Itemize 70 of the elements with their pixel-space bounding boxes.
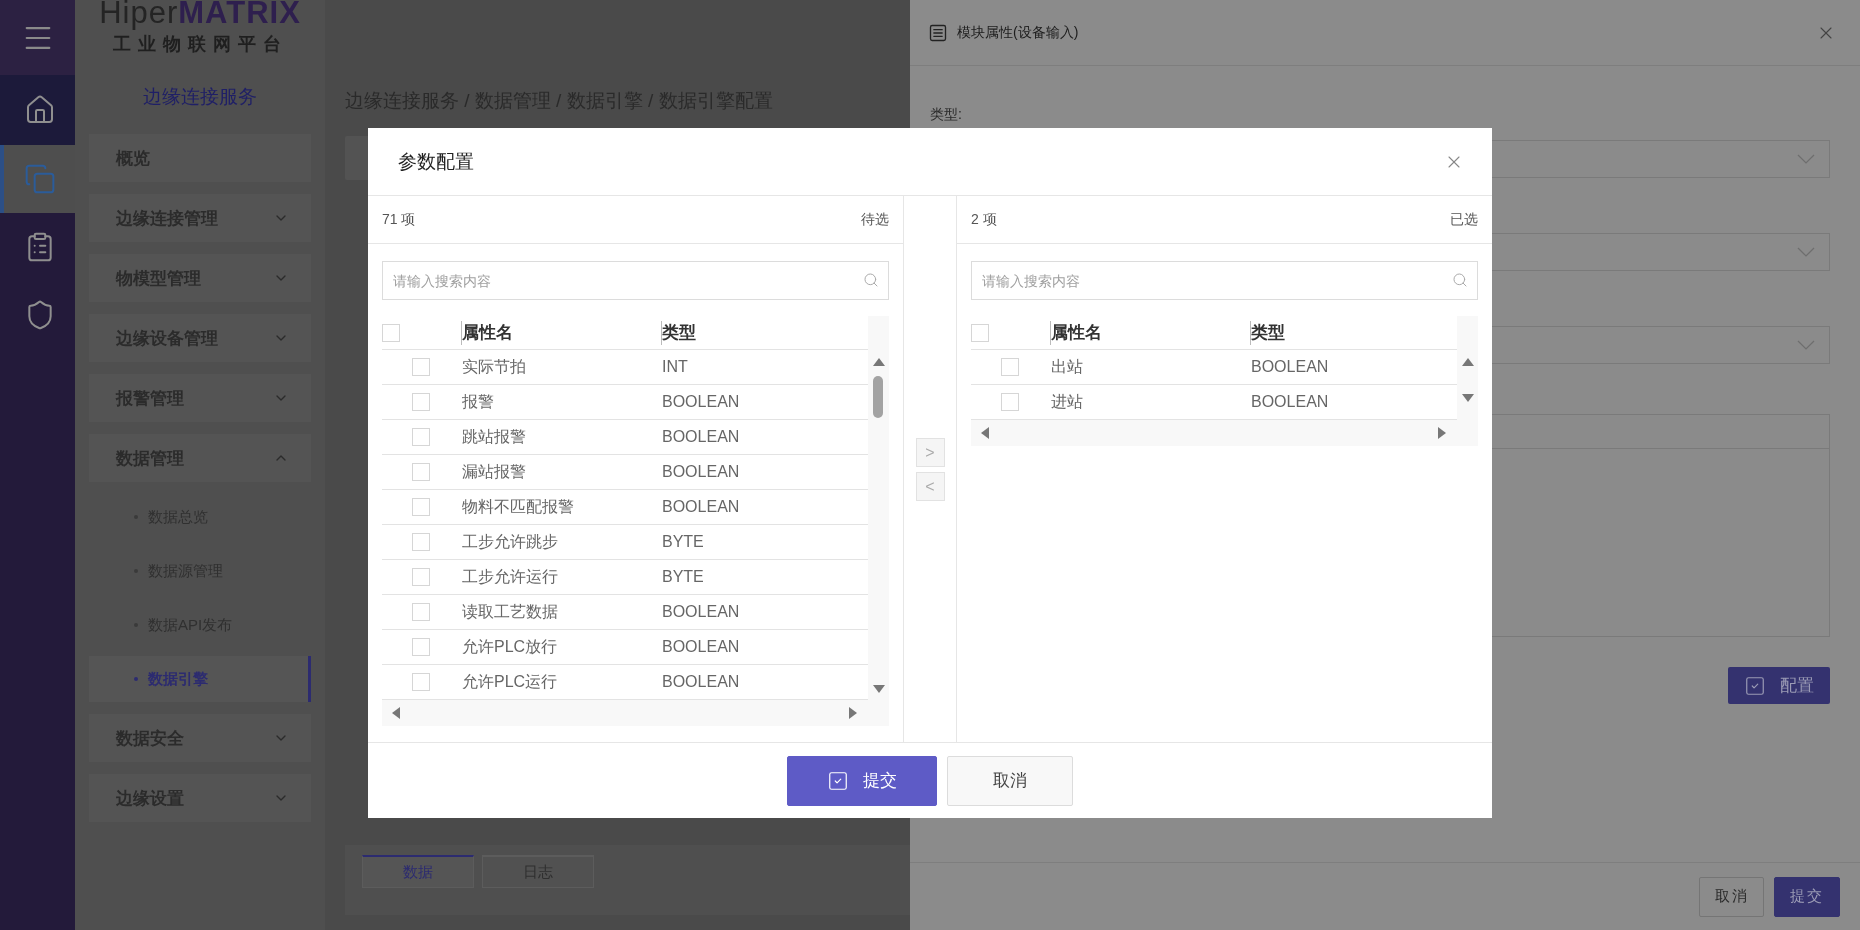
table-cell-text: BOOLEAN: [1251, 358, 1330, 376]
table-cell-text: 漏站报警: [462, 461, 527, 482]
table-cell-text: BYTE: [662, 533, 705, 551]
table-cell-text: 物料不匹配报警: [462, 496, 575, 517]
table-cell-text: 报警: [462, 391, 495, 412]
checkbox[interactable]: [412, 463, 430, 481]
table-cell-text: 允许PLC运行: [462, 671, 559, 692]
checkbox[interactable]: [412, 568, 430, 586]
windows-icon: [23, 163, 56, 195]
table-cell-text: BOOLEAN: [1251, 393, 1330, 411]
panel-caption: 已选: [1450, 210, 1478, 229]
table-cell-text: BOOLEAN: [662, 638, 741, 656]
move-button[interactable]: >: [915, 438, 945, 467]
list-icon: [928, 22, 948, 43]
table-cell-text: BOOLEAN: [662, 498, 741, 516]
field-label: 类型:: [930, 106, 963, 124]
horizontal-scrollbar[interactable]: [382, 700, 889, 726]
submit-button[interactable]: 提交: [1774, 876, 1840, 917]
table-cell-text: 进站: [1051, 391, 1084, 412]
checkbox[interactable]: [412, 603, 430, 621]
table-cell-text: BOOLEAN: [662, 673, 741, 691]
table-cell-text: 读取工艺数据: [462, 601, 559, 622]
checkbox[interactable]: [1001, 358, 1019, 376]
column-header: 属性名: [1050, 320, 1251, 345]
cancel-button[interactable]: 取消: [947, 755, 1073, 806]
checkbox[interactable]: [412, 498, 430, 516]
check-square-icon: [1744, 674, 1766, 697]
table-cell-text: 允许PLC放行: [462, 636, 559, 657]
drawer-title: 模块属性(设备输入): [957, 23, 1080, 42]
panel-caption: 待选: [861, 210, 889, 229]
rail-item[interactable]: [0, 75, 75, 145]
search-icon: [1452, 272, 1468, 288]
dialog-title: 参数配置: [398, 149, 474, 174]
table-cell-text: INT: [662, 358, 689, 376]
chevron-down-icon: [1797, 247, 1815, 257]
search-icon: [863, 272, 879, 288]
checkbox[interactable]: [971, 323, 989, 342]
configure-button[interactable]: 配置: [1728, 667, 1830, 704]
column-header: 属性名: [461, 320, 662, 345]
checkbox[interactable]: [412, 533, 430, 551]
search-field[interactable]: 请输入搜索内容: [971, 261, 1478, 300]
vertical-scrollbar[interactable]: [868, 316, 889, 700]
checkbox[interactable]: [412, 428, 430, 446]
table-cell-text: BOOLEAN: [662, 603, 741, 621]
chevron-down-icon: [1797, 340, 1815, 350]
table-cell-text: 出站: [1051, 356, 1084, 377]
search-field[interactable]: 请输入搜索内容: [382, 261, 889, 300]
table-cell-text: BOOLEAN: [662, 428, 741, 446]
item-count: 2 项: [971, 210, 997, 229]
cancel-button[interactable]: 取消: [1699, 876, 1764, 917]
table-cell-text: 工步允许运行: [462, 566, 559, 587]
item-count: 71 项: [382, 210, 416, 229]
checkbox[interactable]: [382, 323, 400, 342]
submit-button[interactable]: 提交: [787, 755, 937, 806]
table-cell-text: BYTE: [662, 568, 705, 586]
chevron-down-icon: [1797, 154, 1815, 164]
check-square-icon: [827, 769, 849, 792]
table-cell-text: 跳站报警: [462, 426, 527, 447]
table-cell-text: 实际节拍: [462, 356, 527, 377]
checkbox[interactable]: [412, 393, 430, 411]
checkbox[interactable]: [412, 673, 430, 691]
table-cell-text: 工步允许跳步: [462, 531, 559, 552]
checkbox[interactable]: [412, 358, 430, 376]
checkbox[interactable]: [412, 638, 430, 656]
table-cell-text: BOOLEAN: [662, 463, 741, 481]
table-cell-text: BOOLEAN: [662, 393, 741, 411]
vertical-scrollbar[interactable]: [1457, 316, 1478, 420]
horizontal-scrollbar[interactable]: [971, 420, 1478, 446]
move-button[interactable]: <: [915, 472, 945, 501]
checkbox[interactable]: [1001, 393, 1019, 411]
